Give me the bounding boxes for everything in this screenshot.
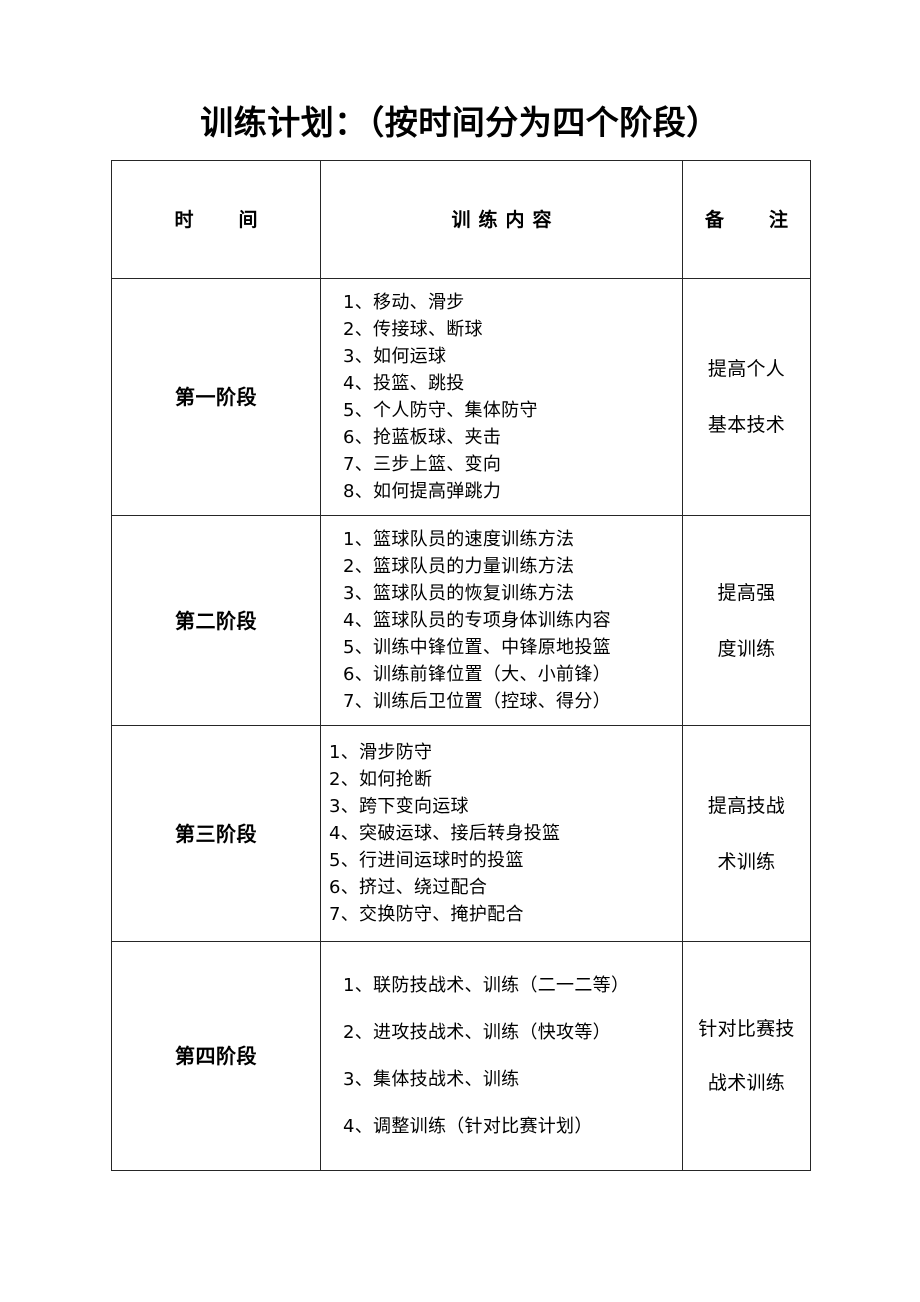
list-item: 7、训练后卫位置（控球、得分） xyxy=(343,691,611,712)
page-title: 训练计划：（按时间分为四个阶段） xyxy=(200,103,720,142)
remark-cell-2: 提高强 度训练 xyxy=(682,515,811,726)
remark-line: 度训练 xyxy=(717,637,776,660)
list-item: 7、交换防守、掩护配合 xyxy=(329,904,524,925)
header-cell-time: 时 间 xyxy=(111,160,321,279)
list-item: 6、训练前锋位置（大、小前锋） xyxy=(343,664,611,685)
list-item: 3、跨下变向运球 xyxy=(329,796,469,817)
list-item: 5、行进间运球时的投篮 xyxy=(329,850,524,871)
phase-cell-4: 第四阶段 xyxy=(111,941,321,1171)
table-row: 第一阶段 1、移动、滑步 2、传接球、断球 3、如何运球 4、投篮、跳投 5、个… xyxy=(111,278,811,516)
remark-spacer xyxy=(683,819,810,849)
list-item: 7、三步上篮、变向 xyxy=(343,454,502,475)
list-item: 2、进攻技战术、训练（快攻等） xyxy=(343,1022,611,1043)
content-cell-4: 1、联防技战术、训练（二一二等） 2、进攻技战术、训练（快攻等） 3、集体技战术… xyxy=(320,941,683,1171)
list-item: 4、突破运球、接后转身投篮 xyxy=(329,823,561,844)
list-item: 3、集体技战术、训练 xyxy=(343,1069,520,1090)
list-item: 5、个人防守、集体防守 xyxy=(343,400,538,421)
training-item-list: 1、滑步防守 2、如何抢断 3、跨下变向运球 4、突破运球、接后转身投篮 5、行… xyxy=(321,729,682,938)
header-cell-remark: 备 注 xyxy=(682,160,811,279)
list-item: 1、联防技战术、训练（二一二等） xyxy=(343,975,630,996)
remark-cell-1: 提高个人 基本技术 xyxy=(682,278,811,516)
phase-label: 第二阶段 xyxy=(175,608,257,633)
header-cell-content: 训练内容 xyxy=(320,160,683,279)
phase-cell-2: 第二阶段 xyxy=(111,515,321,726)
list-item: 5、训练中锋位置、中锋原地投篮 xyxy=(343,637,611,658)
phase-label: 第四阶段 xyxy=(175,1044,257,1068)
remark-line: 战术训练 xyxy=(707,1072,786,1094)
column-header-content: 训练内容 xyxy=(451,208,560,231)
list-item: 4、投篮、跳投 xyxy=(343,373,465,394)
document-page: 训练计划：（按时间分为四个阶段） 时 间 训练内容 备 注 第一阶段 1、移动、… xyxy=(0,0,920,1302)
list-item: 1、篮球队员的速度训练方法 xyxy=(343,529,575,550)
list-item: 3、如何运球 xyxy=(343,346,447,367)
list-item: 8、如何提高弹跳力 xyxy=(343,481,502,502)
list-item: 6、抢蓝板球、夹击 xyxy=(343,427,502,448)
remark-line: 提高技战 xyxy=(707,794,786,817)
remark-line: 提高个人 xyxy=(707,358,786,380)
phase-label: 第三阶段 xyxy=(175,821,257,846)
list-item: 6、挤过、绕过配合 xyxy=(329,877,488,898)
table-row: 第三阶段 1、滑步防守 2、如何抢断 3、跨下变向运球 4、突破运球、接后转身投… xyxy=(111,725,811,942)
phase-cell-3: 第三阶段 xyxy=(111,725,321,942)
list-item: 4、篮球队员的专项身体训练内容 xyxy=(343,610,611,631)
training-plan-table: 时 间 训练内容 备 注 第一阶段 1、移动、滑步 2、传接球、断球 3、如何运… xyxy=(111,160,811,1171)
remark-line: 针对比赛技 xyxy=(698,1018,795,1040)
list-item: 4、调整训练（针对比赛计划） xyxy=(343,1116,593,1137)
column-header-remark: 备 注 xyxy=(704,208,801,231)
remark-cell-4: 针对比赛技 战术训练 xyxy=(682,941,811,1171)
remark-line: 术训练 xyxy=(717,850,776,873)
table-row: 第二阶段 1、篮球队员的速度训练方法 2、篮球队员的力量训练方法 3、篮球队员的… xyxy=(111,515,811,726)
training-item-list: 1、篮球队员的速度训练方法 2、篮球队员的力量训练方法 3、篮球队员的恢复训练方… xyxy=(321,516,682,725)
content-cell-3: 1、滑步防守 2、如何抢断 3、跨下变向运球 4、突破运球、接后转身投篮 5、行… xyxy=(320,725,683,942)
list-item: 2、篮球队员的力量训练方法 xyxy=(343,556,575,577)
remark-spacer xyxy=(683,382,810,412)
list-item: 2、如何抢断 xyxy=(329,769,433,790)
remark-spacer xyxy=(683,606,810,636)
phase-label: 第一阶段 xyxy=(175,385,257,409)
table-row: 第四阶段 1、联防技战术、训练（二一二等） 2、进攻技战术、训练（快攻等） 3、… xyxy=(111,941,811,1171)
table-header-row: 时 间 训练内容 备 注 xyxy=(111,160,811,279)
content-cell-1: 1、移动、滑步 2、传接球、断球 3、如何运球 4、投篮、跳投 5、个人防守、集… xyxy=(320,278,683,516)
phase-cell-1: 第一阶段 xyxy=(111,278,321,516)
training-item-list: 1、联防技战术、训练（二一二等） 2、进攻技战术、训练（快攻等） 3、集体技战术… xyxy=(321,942,682,1170)
content-cell-2: 1、篮球队员的速度训练方法 2、篮球队员的力量训练方法 3、篮球队员的恢复训练方… xyxy=(320,515,683,726)
list-item: 1、滑步防守 xyxy=(329,742,433,763)
list-item: 3、篮球队员的恢复训练方法 xyxy=(343,583,575,604)
list-item: 2、传接球、断球 xyxy=(343,319,483,340)
column-header-time: 时 间 xyxy=(174,208,271,231)
remark-line: 提高强 xyxy=(717,581,776,604)
remark-spacer xyxy=(683,1042,810,1070)
remark-line: 基本技术 xyxy=(707,414,786,436)
remark-cell-3: 提高技战 术训练 xyxy=(682,725,811,942)
training-item-list: 1、移动、滑步 2、传接球、断球 3、如何运球 4、投篮、跳投 5、个人防守、集… xyxy=(321,279,682,515)
list-item: 1、移动、滑步 xyxy=(343,292,465,313)
